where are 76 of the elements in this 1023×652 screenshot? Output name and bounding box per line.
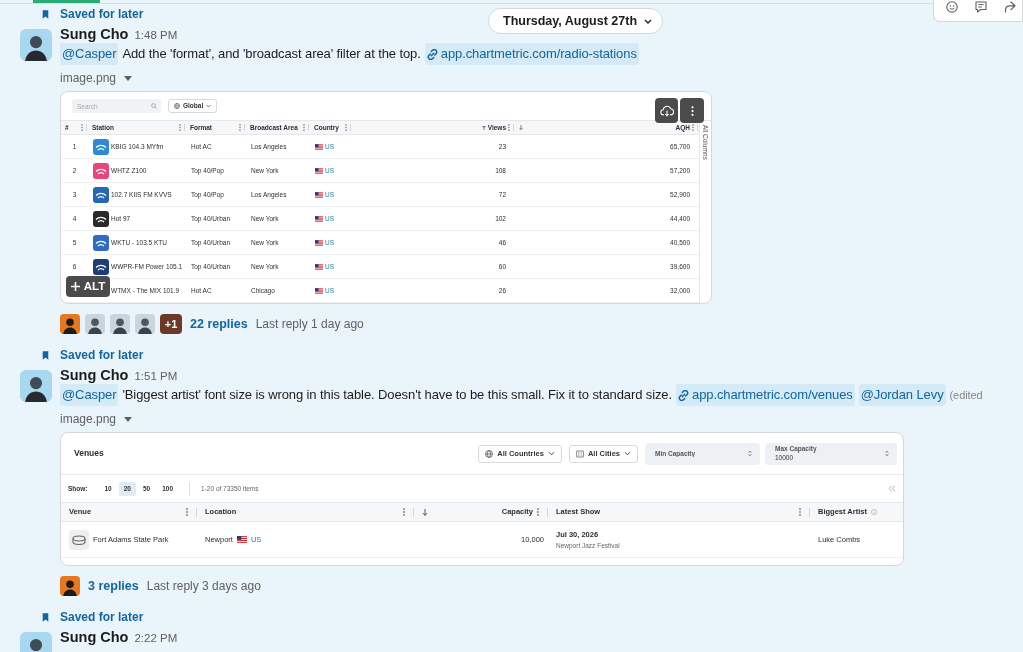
spinner-icon[interactable] bbox=[885, 450, 889, 457]
cloud-download-icon bbox=[659, 104, 674, 117]
active-tab-underline bbox=[33, 0, 100, 3]
user-mention[interactable]: @Casper bbox=[60, 384, 119, 406]
user-avatar[interactable] bbox=[110, 314, 130, 334]
user-avatar[interactable] bbox=[60, 576, 80, 596]
info-icon[interactable] bbox=[870, 509, 877, 515]
user-avatar[interactable] bbox=[85, 314, 105, 334]
sort-arrow-icon[interactable] bbox=[519, 125, 523, 130]
sort-arrow-icon[interactable] bbox=[422, 508, 428, 516]
kebab-menu-icon bbox=[690, 104, 694, 117]
forward-icon[interactable] bbox=[1004, 1, 1016, 13]
venue-icon bbox=[69, 529, 89, 550]
caret-icon bbox=[124, 75, 133, 81]
saved-for-later-label: Saved for later bbox=[60, 609, 144, 626]
url-link[interactable]: app.chartmetric.com/venues bbox=[676, 384, 855, 406]
timestamp: 2:22 PM bbox=[134, 631, 178, 646]
last-reply-text: Last reply 1 day ago bbox=[255, 316, 364, 333]
chevron-icon bbox=[644, 18, 653, 24]
edited-label: (edited bbox=[949, 387, 983, 403]
collapse-icon[interactable] bbox=[888, 485, 896, 492]
timestamp: 1:48 PM bbox=[134, 28, 178, 43]
plus-icon bbox=[70, 282, 80, 291]
flag-icon bbox=[315, 239, 323, 246]
url-link[interactable]: app.chartmetric.com/radio-stations bbox=[424, 43, 639, 65]
table-title: Venues bbox=[74, 447, 104, 460]
chevron-icon bbox=[206, 104, 212, 108]
download-button[interactable] bbox=[655, 98, 678, 123]
replies-link[interactable]: 22 replies bbox=[190, 314, 248, 334]
chevron-icon bbox=[547, 451, 555, 456]
link-icon bbox=[678, 389, 689, 401]
globe-icon bbox=[174, 103, 180, 109]
file-name-toggle[interactable]: image.png bbox=[60, 410, 133, 428]
chevron-icon bbox=[624, 451, 631, 456]
author-name[interactable]: Sung Cho bbox=[60, 627, 129, 647]
user-avatar[interactable] bbox=[135, 314, 155, 334]
message-text: Add the 'format', and 'broadcast area' filter at the top. bbox=[122, 45, 421, 64]
globe-icon bbox=[485, 449, 494, 458]
image-attachment[interactable] bbox=[60, 91, 712, 304]
saved-for-later-label: Saved for later bbox=[60, 347, 144, 364]
user-mention[interactable]: @Casper bbox=[60, 43, 119, 65]
bookmark-icon bbox=[42, 350, 49, 360]
bookmark-icon bbox=[42, 612, 49, 622]
flag-icon bbox=[315, 191, 323, 198]
more-participants-count[interactable]: +1 bbox=[160, 314, 182, 334]
saved-for-later-label: Saved for later bbox=[60, 6, 144, 23]
filter-icon[interactable] bbox=[481, 125, 486, 130]
flag-icon bbox=[315, 143, 323, 150]
user-mention[interactable]: @Jordan Levy bbox=[858, 384, 946, 406]
author-name[interactable]: Sung Cho bbox=[60, 24, 129, 44]
user-avatar[interactable] bbox=[20, 370, 52, 402]
more-actions-button[interactable] bbox=[680, 98, 704, 123]
message-text: 'Biggest artist' font size is wrong in this table. Doesn't have to be this small. Fix it to standard size. bbox=[122, 386, 672, 405]
link-icon bbox=[426, 48, 438, 60]
flag-icon bbox=[236, 536, 247, 543]
comment-icon[interactable] bbox=[975, 1, 987, 13]
file-name-toggle[interactable]: image.png bbox=[60, 69, 133, 87]
author-name[interactable]: Sung Cho bbox=[60, 365, 129, 385]
replies-link[interactable]: 3 replies bbox=[88, 576, 139, 596]
flag-icon bbox=[315, 263, 323, 270]
timestamp: 1:51 PM bbox=[134, 369, 178, 384]
user-avatar[interactable] bbox=[20, 632, 52, 652]
flag-icon bbox=[315, 287, 323, 294]
spinner-icon[interactable] bbox=[748, 450, 752, 457]
emoji-icon[interactable] bbox=[946, 1, 958, 13]
building-icon bbox=[575, 449, 584, 458]
flag-icon bbox=[315, 167, 323, 174]
bookmark-icon bbox=[42, 9, 49, 19]
search-icon bbox=[151, 103, 157, 109]
user-avatar[interactable] bbox=[20, 29, 52, 61]
alt-text-button[interactable]: ALT bbox=[66, 276, 110, 297]
last-reply-text: Last reply 3 days ago bbox=[146, 578, 261, 595]
flag-icon bbox=[315, 215, 323, 222]
user-avatar[interactable] bbox=[60, 314, 80, 334]
caret-icon bbox=[124, 416, 133, 422]
date-divider-button[interactable]: Thursday, August 27th bbox=[488, 8, 664, 34]
